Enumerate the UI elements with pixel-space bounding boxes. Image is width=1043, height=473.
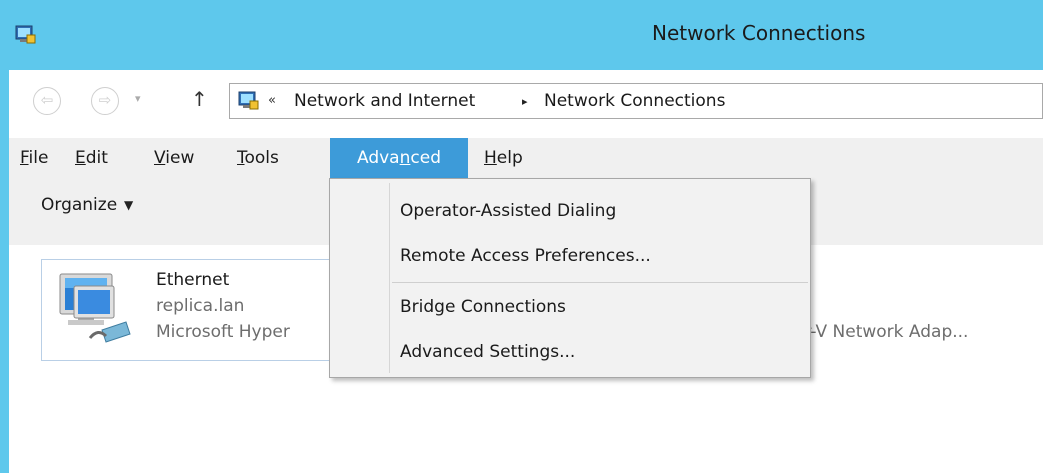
window-frame-left	[0, 0, 9, 473]
menu-item-operator-assisted-dialing[interactable]: Operator-Assisted Dialing	[400, 201, 616, 221]
menu-gutter	[389, 183, 390, 373]
connection-network: replica.lan	[156, 296, 245, 316]
network-connections-icon	[15, 25, 36, 44]
menu-view[interactable]: View	[154, 138, 194, 178]
window-title: Network Connections	[652, 21, 866, 45]
navigation-bar: ⇦ ⇨ ▾ ↑ « Network and Internet ▸ Network…	[9, 70, 1043, 138]
breadcrumb-network-connections[interactable]: Network Connections	[544, 91, 725, 111]
menu-tools[interactable]: Tools	[237, 138, 279, 178]
organize-button[interactable]: Organize	[41, 195, 117, 215]
breadcrumb-overflow[interactable]: «	[268, 93, 276, 108]
connection-adapter-2[interactable]: er-V Network Adap...	[794, 322, 968, 342]
advanced-menu-dropdown: Operator-Assisted Dialing Remote Access …	[329, 178, 811, 378]
up-button[interactable]: ↑	[191, 87, 208, 111]
address-bar[interactable]: « Network and Internet ▸ Network Connect…	[229, 83, 1043, 119]
menu-bar: File Edit View Tools Advanced Help	[9, 138, 1043, 180]
menu-item-advanced-settings[interactable]: Advanced Settings...	[400, 342, 575, 362]
menu-advanced[interactable]: Advanced	[330, 138, 468, 178]
title-bar[interactable]: Network Connections	[0, 0, 1043, 70]
menu-item-bridge-connections[interactable]: Bridge Connections	[400, 297, 566, 317]
recent-locations-dropdown[interactable]: ▾	[135, 92, 141, 105]
ethernet-adapter-icon	[59, 273, 131, 343]
organize-dropdown-icon[interactable]: ▼	[124, 198, 133, 212]
back-button[interactable]: ⇦	[33, 87, 61, 115]
breadcrumb-separator-icon[interactable]: ▸	[522, 95, 528, 108]
breadcrumb-network-and-internet[interactable]: Network and Internet	[294, 91, 475, 111]
menu-help[interactable]: Help	[484, 138, 523, 178]
menu-file[interactable]: File	[20, 138, 48, 178]
connection-adapter: Microsoft Hyper	[156, 322, 290, 342]
menu-item-remote-access-preferences[interactable]: Remote Access Preferences...	[400, 246, 651, 266]
menu-separator	[392, 282, 808, 283]
connection-name: Ethernet	[156, 270, 230, 290]
network-connections-icon	[238, 91, 259, 110]
forward-button[interactable]: ⇨	[91, 87, 119, 115]
menu-edit[interactable]: Edit	[75, 138, 108, 178]
